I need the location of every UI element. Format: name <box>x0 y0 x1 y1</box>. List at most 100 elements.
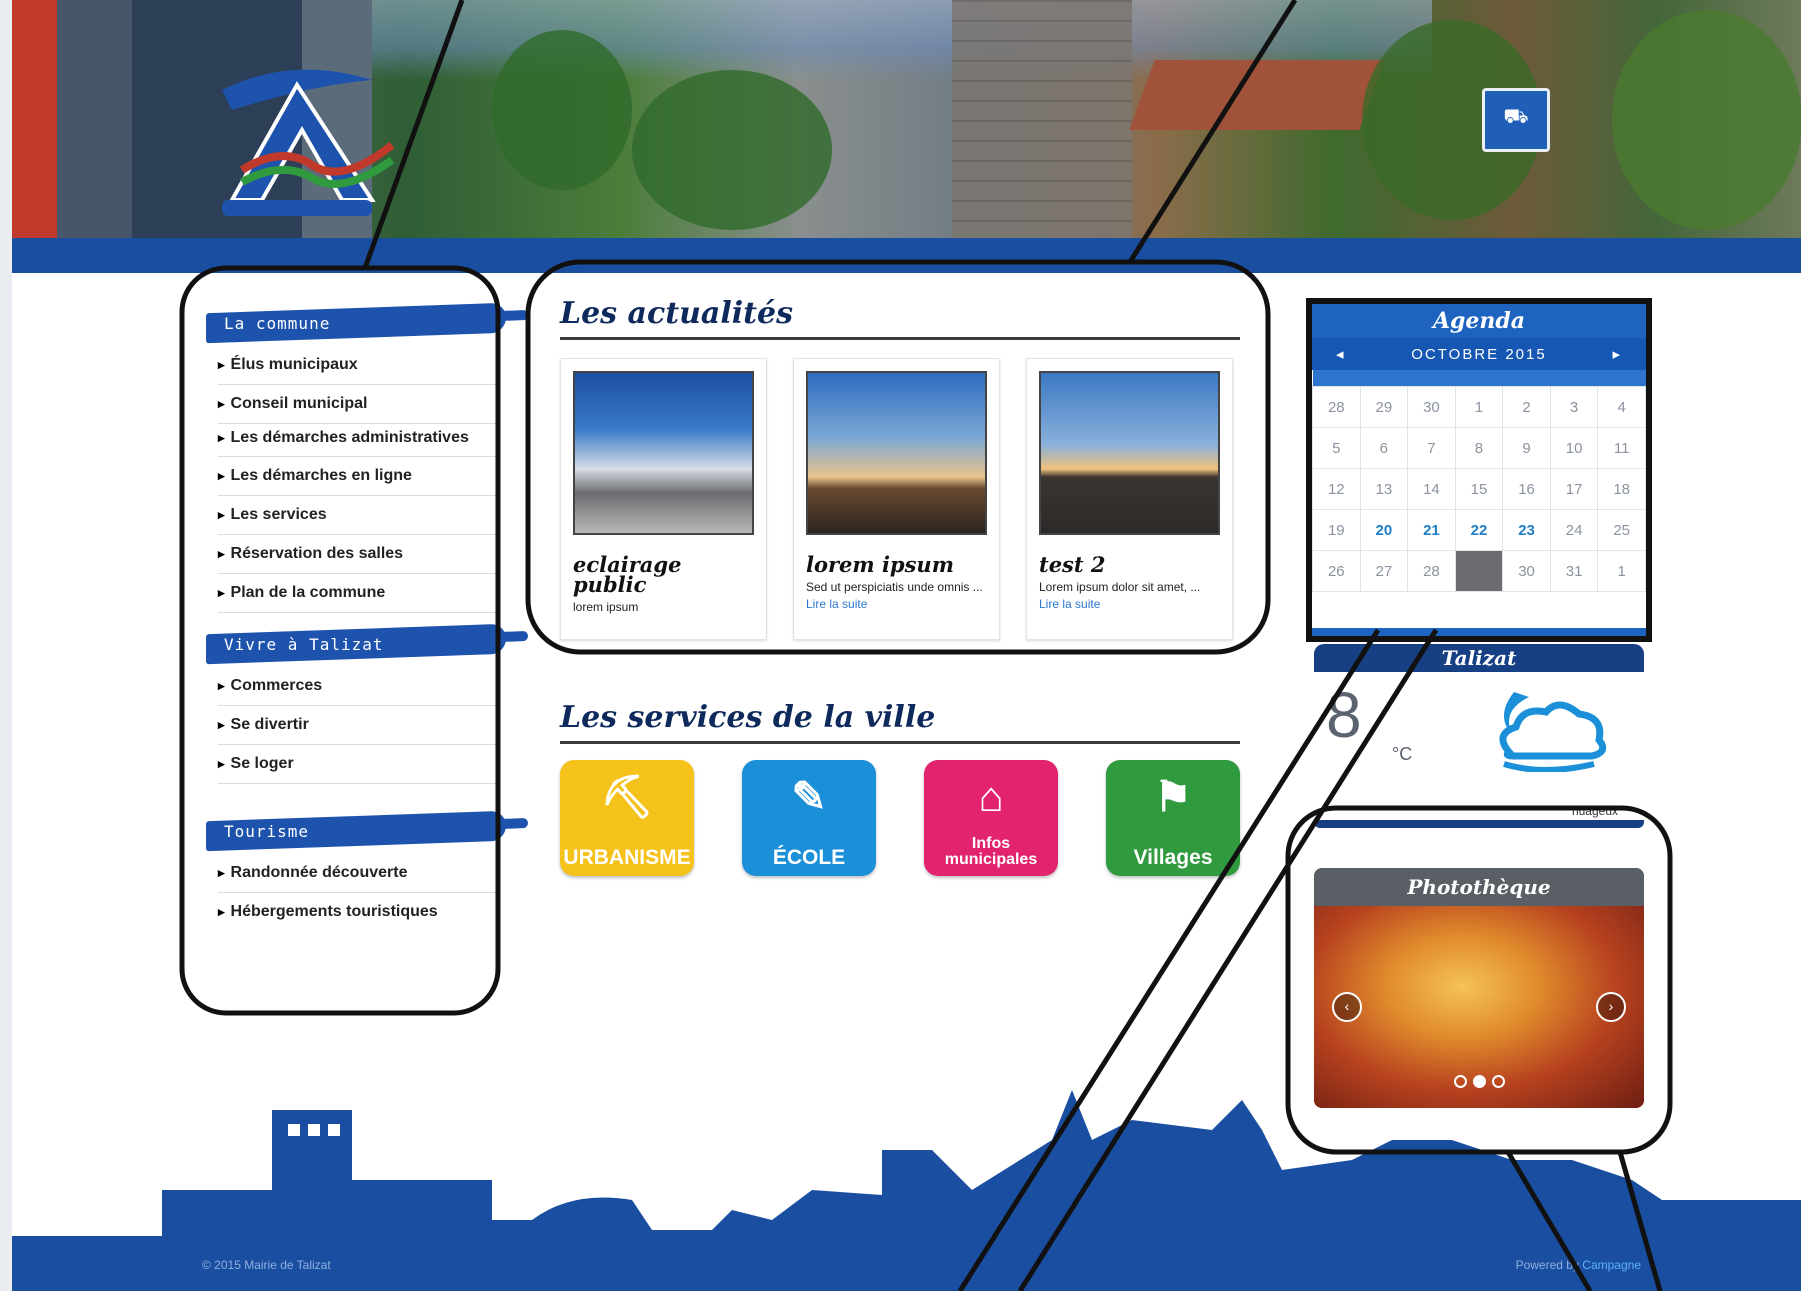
calendar-day[interactable]: 19 <box>1312 509 1361 551</box>
calendar-day[interactable] <box>1454 550 1504 592</box>
read-more-link[interactable]: Lire la suite <box>1039 597 1100 611</box>
calendar-day[interactable]: 16 <box>1502 468 1551 510</box>
powered-by-link[interactable]: Campagne <box>1582 1258 1641 1272</box>
calendar-day[interactable]: 22 <box>1454 509 1504 551</box>
sidebar-item-elus[interactable]: Élus municipaux <box>218 346 500 385</box>
service-tile-ecole[interactable]: ✎ ÉCOLE <box>742 760 876 876</box>
header-stone-wall <box>952 0 1132 240</box>
agenda-widget: Agenda ◂ OCTOBRE 2015 ▸ 28 29 30 1 2 3 4 5 6 7 8 9 1… <box>1306 298 1652 642</box>
news-thumbnail[interactable] <box>573 371 754 535</box>
weather-footer-bar <box>1314 820 1644 828</box>
news-excerpt: lorem ipsum <box>573 600 639 614</box>
calendar-day[interactable]: 3 <box>1549 386 1599 428</box>
header-tree <box>1612 10 1801 230</box>
calendar-day[interactable]: 30 <box>1502 550 1551 592</box>
page: ⛟ La commune Élus municipaux Conseil mun… <box>12 0 1801 1291</box>
calendar-day[interactable]: 31 <box>1549 550 1599 592</box>
news-thumbnail[interactable] <box>1039 371 1220 535</box>
calendar-week: 19 20 21 22 23 24 25 <box>1312 509 1646 551</box>
calendar-day[interactable]: 6 <box>1359 427 1409 469</box>
sidebar-item-hebergements[interactable]: Hébergements touristiques <box>218 893 500 931</box>
calendar-day[interactable]: 2 <box>1502 386 1551 428</box>
calendar-day[interactable]: 27 <box>1359 550 1409 592</box>
sidebar-item-commerces[interactable]: Commerces <box>218 667 500 706</box>
service-tile-villages[interactable]: ⚑ Villages <box>1106 760 1240 876</box>
news-card[interactable]: eclairage public lorem ipsum <box>560 358 767 640</box>
map-icon: ⚑ <box>1154 773 1192 820</box>
sidebar-item-reservation[interactable]: Réservation des salles <box>218 535 500 574</box>
news-list: eclairage public lorem ipsum lorem ipsum… <box>560 358 1240 640</box>
news-card[interactable]: test 2 Lorem ipsum dolor sit amet, ... L… <box>1026 358 1233 640</box>
skyline-silhouette <box>162 1090 1801 1250</box>
worker-icon: ⛏ <box>600 773 654 820</box>
calendar-day[interactable]: 18 <box>1597 468 1646 510</box>
calendar-day[interactable]: 21 <box>1407 509 1456 551</box>
pictogram-sign-icon: ⛟ <box>1482 88 1550 152</box>
calendar-day[interactable]: 9 <box>1502 427 1551 469</box>
news-excerpt: Lorem ipsum dolor sit amet, ... Lire la … <box>1039 580 1201 611</box>
sidebar-item-services[interactable]: Les services <box>218 496 500 535</box>
sidebar-item-demarches[interactable]: Les démarches administratives <box>218 424 500 457</box>
header-tree <box>632 70 832 230</box>
service-tile-infos[interactable]: ⌂ Infos municipales <box>924 760 1058 876</box>
calendar-day[interactable]: 10 <box>1549 427 1599 469</box>
calendar-day[interactable]: 25 <box>1597 509 1646 551</box>
calendar-week: 5 6 7 8 9 10 11 <box>1312 427 1646 469</box>
calendar-day[interactable]: 29 <box>1359 386 1409 428</box>
calendar-day[interactable]: 15 <box>1454 468 1504 510</box>
news-title[interactable]: test 2 <box>1039 554 1220 575</box>
news-title[interactable]: lorem ipsum <box>806 554 987 575</box>
sidebar-item-demarches-en-ligne[interactable]: Les démarches en ligne <box>218 457 500 496</box>
calendar-day[interactable]: 23 <box>1502 509 1551 551</box>
calendar-day[interactable]: 12 <box>1312 468 1361 510</box>
calendar-week: 12 13 14 15 16 17 18 <box>1312 468 1646 510</box>
calendar-day[interactable]: 11 <box>1597 427 1646 469</box>
calendar-day[interactable]: 4 <box>1597 386 1646 428</box>
calendar-day[interactable]: 13 <box>1359 468 1409 510</box>
calendar-day[interactable]: 8 <box>1454 427 1504 469</box>
news-thumbnail[interactable] <box>806 371 987 535</box>
calendar-day[interactable]: 7 <box>1407 427 1456 469</box>
weather-description: nuageux <box>1571 804 1618 818</box>
news-title[interactable]: eclairage public <box>573 554 754 595</box>
calendar-day[interactable]: 26 <box>1312 550 1361 592</box>
prev-month-button[interactable]: ◂ <box>1336 345 1346 363</box>
service-label: URBANISME <box>563 846 691 869</box>
services-list: ⛏ URBANISME ✎ ÉCOLE ⌂ Infos municipales … <box>560 760 1240 876</box>
services-section: Les services de la ville ⛏ URBANISME ✎ É… <box>560 700 1240 876</box>
calendar-day[interactable]: 20 <box>1359 509 1409 551</box>
calendar-day[interactable]: 1 <box>1597 550 1646 592</box>
calendar-day[interactable]: 5 <box>1312 427 1361 469</box>
sidebar-item-conseil[interactable]: Conseil municipal <box>218 385 500 424</box>
calendar-day[interactable]: 1 <box>1454 386 1504 428</box>
service-label: Infos municipales <box>944 835 1038 868</box>
read-more-link[interactable]: Lire la suite <box>806 597 867 611</box>
news-heading: Les actualités <box>560 296 1240 340</box>
sidebar-item-plan[interactable]: Plan de la commune <box>218 574 500 613</box>
calendar-day[interactable]: 28 <box>1407 550 1456 592</box>
calendar-week: 28 29 30 1 2 3 4 <box>1312 386 1646 428</box>
sidebar-item-loger[interactable]: Se loger <box>218 745 500 784</box>
header-bar <box>12 238 1801 273</box>
calendar-day[interactable]: 28 <box>1312 386 1361 428</box>
header-roof <box>1129 60 1385 130</box>
sidebar-item-divertir[interactable]: Se divertir <box>218 706 500 745</box>
calendar-day[interactable]: 17 <box>1549 468 1599 510</box>
agenda-month-label: OCTOBRE 2015 <box>1411 345 1547 363</box>
sidebar-item-randonnee[interactable]: Randonnée découverte <box>218 854 500 893</box>
service-tile-urbanisme[interactable]: ⛏ URBANISME <box>560 760 694 876</box>
header-tree <box>492 30 632 190</box>
talizat-logo[interactable] <box>202 50 402 220</box>
agenda-month-bar: ◂ OCTOBRE 2015 ▸ <box>1312 338 1646 370</box>
weather-temperature: 8 <box>1326 679 1362 751</box>
gallery-next-button[interactable]: › <box>1596 992 1626 1022</box>
calendar-day[interactable]: 30 <box>1407 386 1456 428</box>
services-heading: Les services de la ville <box>560 700 1240 744</box>
service-label: ÉCOLE <box>772 846 846 869</box>
next-month-button[interactable]: ▸ <box>1612 345 1622 363</box>
calendar-day[interactable]: 24 <box>1549 509 1599 551</box>
main-content: Les actualités eclairage public lorem ip… <box>560 296 1240 876</box>
news-card[interactable]: lorem ipsum Sed ut perspiciatis unde omn… <box>793 358 1000 640</box>
gallery-prev-button[interactable]: ‹ <box>1332 992 1362 1022</box>
calendar-day[interactable]: 14 <box>1407 468 1456 510</box>
